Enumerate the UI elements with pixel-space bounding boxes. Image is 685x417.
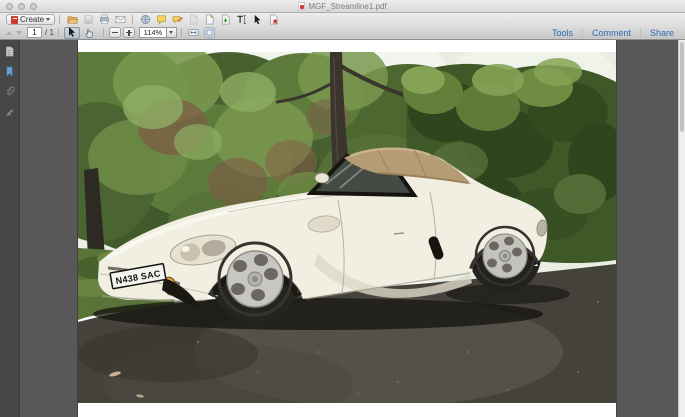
organize-pages-icon[interactable] xyxy=(203,14,216,25)
primary-toolbar: Create xyxy=(0,13,685,26)
tools-button[interactable]: Tools xyxy=(543,28,582,38)
comment-button[interactable]: Comment xyxy=(582,28,640,38)
email-icon[interactable] xyxy=(114,14,127,25)
sign-document-icon[interactable] xyxy=(267,14,280,25)
zoom-level-value[interactable]: 114% xyxy=(139,27,166,38)
panel-buttons: Tools Comment Share xyxy=(543,26,683,40)
fit-width-icon[interactable] xyxy=(187,27,200,38)
front-wheel xyxy=(219,243,291,315)
rear-wheel xyxy=(476,227,534,285)
globe-icon[interactable] xyxy=(139,14,152,25)
navigation-pane xyxy=(0,40,20,417)
zoom-dropdown-button[interactable] xyxy=(166,27,177,38)
maximize-button[interactable] xyxy=(30,3,37,10)
fit-page-icon[interactable] xyxy=(203,27,216,38)
edit-text-icon[interactable] xyxy=(235,14,248,25)
create-button[interactable]: Create xyxy=(6,14,55,25)
chevron-down-icon xyxy=(46,18,50,21)
hand-tool-button[interactable] xyxy=(82,27,98,39)
previous-page-button[interactable] xyxy=(4,28,14,38)
open-file-icon[interactable] xyxy=(66,14,79,25)
scrollbar-thumb[interactable] xyxy=(680,42,684,132)
export-pdf-icon[interactable] xyxy=(219,14,232,25)
page-number-input[interactable] xyxy=(27,27,42,38)
save-file-icon[interactable] xyxy=(82,14,95,25)
selection-tool-button[interactable] xyxy=(64,27,80,39)
next-page-icon xyxy=(16,31,22,35)
chevron-down-icon xyxy=(169,31,173,34)
previous-page-icon xyxy=(6,31,12,35)
zoom-level-control: 114% xyxy=(139,27,177,38)
toolbar-separator xyxy=(132,15,133,24)
toolbar-separator xyxy=(59,15,60,24)
vertical-scrollbar[interactable] xyxy=(678,40,685,417)
print-icon[interactable] xyxy=(98,14,111,25)
window-controls xyxy=(6,3,37,10)
acrobat-window: MGF_Streamline1.pdf Create xyxy=(0,0,685,417)
bookmarks-button[interactable] xyxy=(3,65,16,77)
car-photo: N438 SAC xyxy=(78,52,616,403)
window-title-text: MGF_Streamline1.pdf xyxy=(308,2,386,11)
signatures-button[interactable] xyxy=(3,105,16,117)
select-object-icon[interactable] xyxy=(251,14,264,25)
toolbar-separator xyxy=(58,28,59,37)
paperclip-icon xyxy=(4,86,15,97)
page-thumbnails-icon xyxy=(4,46,15,57)
toolbar-separator xyxy=(181,28,182,37)
signature-pen-icon xyxy=(4,106,15,117)
zoom-out-icon xyxy=(112,32,118,34)
toolbar-separator xyxy=(103,28,104,37)
sticky-note-icon[interactable] xyxy=(155,14,168,25)
secondary-toolbar: / 1 114% Tools Comment Share xyxy=(0,26,685,40)
insert-pages-icon[interactable] xyxy=(187,14,200,25)
zoom-in-icon xyxy=(126,30,132,36)
page-thumbnails-button[interactable] xyxy=(3,45,16,57)
window-title: MGF_Streamline1.pdf xyxy=(298,2,386,11)
minimize-button[interactable] xyxy=(18,3,25,10)
pdf-page: N438 SAC xyxy=(78,40,616,417)
hand-tool-icon xyxy=(84,27,95,38)
create-button-label: Create xyxy=(20,15,44,24)
zoom-out-button[interactable] xyxy=(109,27,121,38)
pdf-file-icon xyxy=(298,2,305,10)
comment-pencil-icon[interactable] xyxy=(171,14,184,25)
bookmarks-icon xyxy=(4,66,15,77)
page-total-label: / 1 xyxy=(45,28,54,37)
zoom-in-button[interactable] xyxy=(123,27,135,38)
window-titlebar: MGF_Streamline1.pdf xyxy=(0,0,685,13)
share-button[interactable]: Share xyxy=(640,28,683,38)
next-page-button[interactable] xyxy=(14,28,24,38)
attachments-button[interactable] xyxy=(3,85,16,97)
selection-tool-icon xyxy=(67,27,77,38)
document-area: N438 SAC xyxy=(0,40,685,417)
create-icon xyxy=(11,16,18,24)
close-button[interactable] xyxy=(6,3,13,10)
